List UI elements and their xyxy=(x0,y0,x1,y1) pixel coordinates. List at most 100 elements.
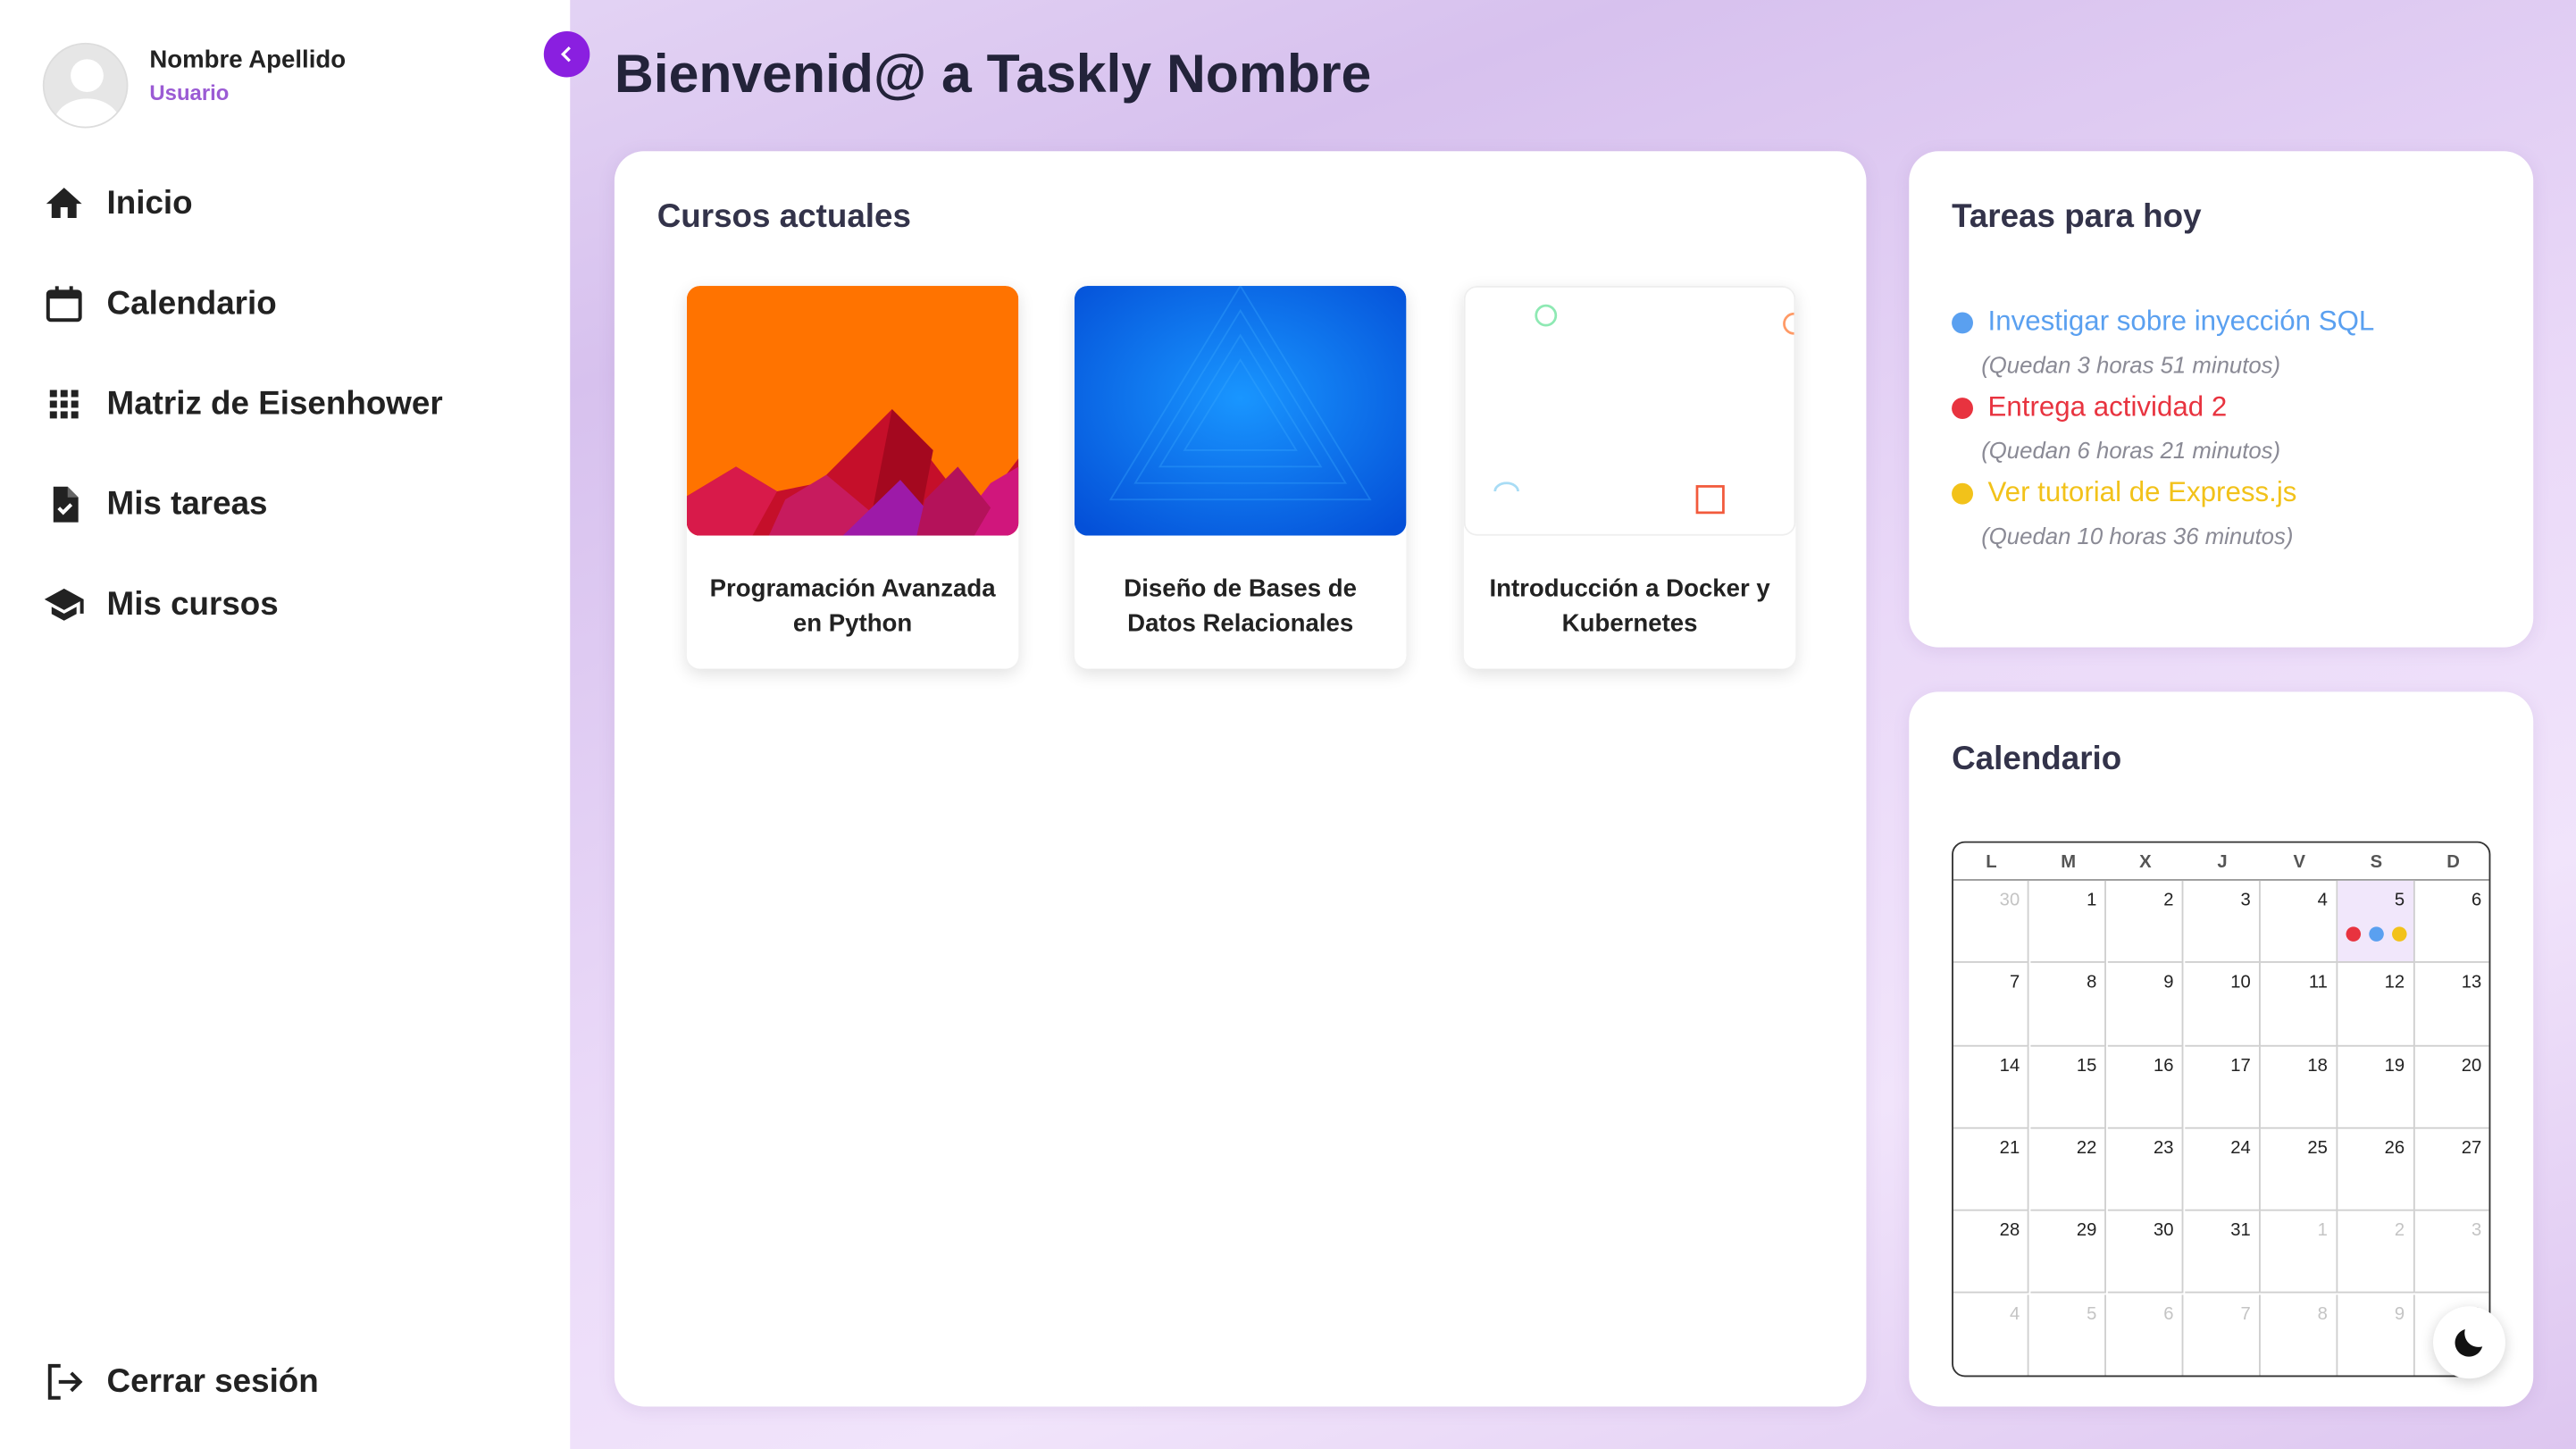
course-card[interactable]: Programación Avanzada en Python xyxy=(686,286,1019,669)
day-number: 6 xyxy=(2163,1303,2174,1324)
sidebar-item-label: Mis tareas xyxy=(106,485,268,522)
calendar-day[interactable]: 13 xyxy=(2415,963,2489,1046)
task-label: Investigar sobre inyección SQL xyxy=(1987,306,2375,338)
course-card[interactable]: Introducción a Docker y Kubernetes xyxy=(1463,286,1796,669)
calendar-day[interactable]: 19 xyxy=(2338,1045,2415,1129)
calendar-day[interactable]: 3 xyxy=(2184,880,2261,964)
task-status-dot xyxy=(1952,397,1973,419)
calendar-day[interactable]: 3 xyxy=(2415,1211,2489,1294)
logout-button[interactable]: Cerrar sesión xyxy=(43,1355,319,1408)
sidebar-item-mis-tareas[interactable]: Mis tareas xyxy=(43,478,268,531)
calendar-day-today[interactable]: 5 xyxy=(2338,880,2415,964)
sidebar-item-inicio[interactable]: Inicio xyxy=(43,178,193,230)
calendar-day[interactable]: 2 xyxy=(2107,880,2184,964)
calendar-day[interactable]: 6 xyxy=(2415,881,2489,964)
weekday-label: X xyxy=(2139,852,2152,873)
chevron-left-icon xyxy=(560,46,571,63)
calendar-day[interactable]: 7 xyxy=(2184,1294,2261,1376)
calendar-day[interactable]: 23 xyxy=(2107,1128,2184,1211)
dark-mode-toggle[interactable] xyxy=(2433,1306,2505,1379)
calendar-day[interactable]: 20 xyxy=(2415,1046,2489,1129)
calendar-day[interactable]: 10 xyxy=(2184,963,2261,1046)
task-label: Ver tutorial de Express.js xyxy=(1987,476,2297,508)
day-number: 8 xyxy=(2317,1303,2328,1324)
calendar-day[interactable]: 31 xyxy=(2184,1210,2261,1294)
calendar-day[interactable]: 29 xyxy=(2030,1210,2107,1294)
event-dot xyxy=(2346,926,2362,942)
calendar-day[interactable]: 9 xyxy=(2338,1294,2415,1376)
calendar-day[interactable]: 24 xyxy=(2184,1128,2261,1211)
day-number: 8 xyxy=(2087,973,2097,993)
sidebar: Nombre Apellido Usuario Inicio Calendari… xyxy=(0,0,571,1449)
weekday-label: V xyxy=(2293,852,2305,873)
calendar-day[interactable]: 28 xyxy=(1953,1210,2030,1294)
day-number: 3 xyxy=(2240,890,2251,910)
mini-calendar: LMXJVSD 30 1 2 3 4 5 6 7 8 9 10 11 12 13 14 15 16 17 18 19 2… xyxy=(1952,841,2491,1378)
day-number: 24 xyxy=(2230,1138,2251,1159)
day-number: 20 xyxy=(2461,1055,2482,1076)
avatar[interactable] xyxy=(42,42,129,129)
moon-icon xyxy=(2455,1328,2483,1357)
day-number: 13 xyxy=(2461,973,2482,993)
sidebar-item-label: Calendario xyxy=(106,285,277,322)
calendar-day[interactable]: 1 xyxy=(2030,880,2107,964)
course-name: Introducción a Docker y Kubernetes xyxy=(1489,574,1770,638)
calendar-day[interactable]: 4 xyxy=(2261,880,2338,964)
day-number: 22 xyxy=(2076,1138,2097,1159)
sidebar-item-label: Inicio xyxy=(106,184,193,222)
calendar-day[interactable]: 27 xyxy=(2415,1128,2489,1211)
day-number: 11 xyxy=(2308,973,2328,993)
task-file-icon xyxy=(53,486,79,523)
day-number: 16 xyxy=(2154,1055,2174,1076)
calendar-day[interactable]: 14 xyxy=(1953,1045,2030,1129)
calendar-day[interactable]: 30 xyxy=(1953,880,2030,964)
tasks-title: Tareas para hoy xyxy=(1952,198,2202,236)
calendar-day[interactable]: 12 xyxy=(2338,963,2415,1046)
logout-icon xyxy=(47,1363,83,1400)
day-number: 7 xyxy=(2009,973,2020,993)
calendar-day[interactable]: 8 xyxy=(2030,963,2107,1046)
day-number: 21 xyxy=(1999,1138,2020,1159)
course-card[interactable]: Diseño de Bases de Datos Relacionales xyxy=(1074,286,1407,669)
task-item[interactable]: Ver tutorial de Express.js xyxy=(1952,476,2296,509)
day-number: 10 xyxy=(2230,973,2251,993)
calendar-day[interactable]: 16 xyxy=(2107,1045,2184,1129)
day-number: 18 xyxy=(2307,1055,2328,1076)
calendar-day[interactable]: 26 xyxy=(2338,1128,2415,1211)
calendar-day[interactable]: 9 xyxy=(2107,963,2184,1046)
course-thumbnail xyxy=(686,286,1019,536)
calendar-day[interactable]: 15 xyxy=(2030,1045,2107,1129)
day-number: 31 xyxy=(2230,1220,2251,1242)
page-title: Bienvenid@ a Taskly Nombre xyxy=(614,42,1372,104)
course-name: Diseño de Bases de Datos Relacionales xyxy=(1124,574,1358,638)
calendar-day[interactable]: 18 xyxy=(2261,1045,2338,1129)
user-role: Usuario xyxy=(149,80,230,105)
task-remaining: (Quedan 3 horas 51 minutos) xyxy=(1981,351,2281,379)
day-number: 28 xyxy=(1999,1220,2020,1242)
sidebar-item-matriz[interactable]: Matriz de Eisenhower xyxy=(43,378,443,431)
sidebar-item-label: Matriz de Eisenhower xyxy=(106,385,443,422)
course-thumbnail xyxy=(1074,286,1407,536)
calendar-day[interactable]: 30 xyxy=(2107,1210,2184,1294)
sidebar-item-mis-cursos[interactable]: Mis cursos xyxy=(43,578,279,631)
weekday-label: D xyxy=(2446,852,2460,873)
weekday-label: S xyxy=(2370,852,2383,873)
calendar-day[interactable]: 25 xyxy=(2261,1128,2338,1211)
sidebar-item-calendario[interactable]: Calendario xyxy=(43,278,277,331)
day-number: 29 xyxy=(2076,1220,2097,1242)
calendar-day[interactable]: 6 xyxy=(2107,1294,2184,1376)
calendar-day[interactable]: 5 xyxy=(2030,1294,2107,1376)
task-item[interactable]: Entrega actividad 2 xyxy=(1952,391,2227,424)
calendar-day[interactable]: 8 xyxy=(2261,1294,2338,1376)
calendar-day[interactable]: 1 xyxy=(2261,1210,2338,1294)
calendar-day[interactable]: 11 xyxy=(2261,963,2338,1046)
calendar-day[interactable]: 4 xyxy=(1953,1294,2030,1376)
calendar-day[interactable]: 22 xyxy=(2030,1128,2107,1211)
calendar-day[interactable]: 7 xyxy=(1953,963,2030,1046)
calendar-day[interactable]: 2 xyxy=(2338,1210,2415,1294)
calendar-day[interactable]: 17 xyxy=(2184,1045,2261,1129)
calendar-day[interactable]: 21 xyxy=(1953,1128,2030,1211)
collapse-sidebar-button[interactable] xyxy=(543,30,590,78)
task-item[interactable]: Investigar sobre inyección SQL xyxy=(1952,306,2374,339)
task-label: Entrega actividad 2 xyxy=(1987,390,2228,423)
